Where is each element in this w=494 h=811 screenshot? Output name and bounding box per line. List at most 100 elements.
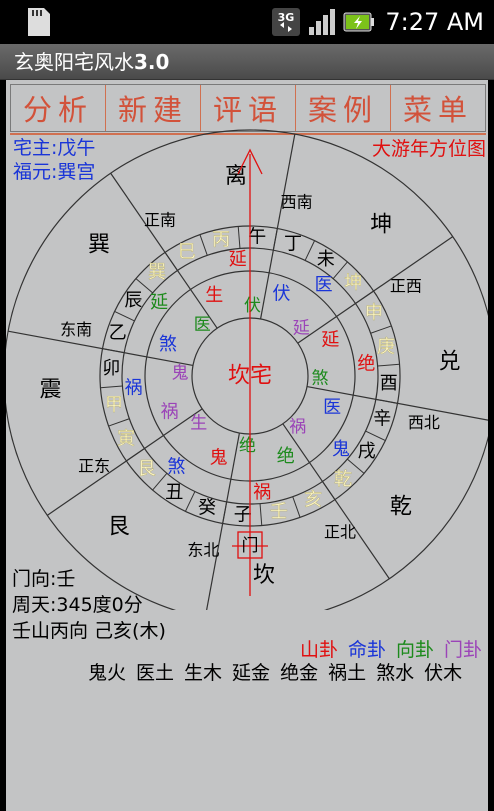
trigram-label: 艮 <box>108 514 130 539</box>
mountain-divider <box>114 310 135 322</box>
mountain-label: 乙 <box>109 323 127 344</box>
mountain-label: 寅 <box>117 429 135 450</box>
mountain-label: 酉 <box>380 373 398 394</box>
direction-label: 正东 <box>78 457 110 476</box>
mountain-label: 辛 <box>373 408 391 429</box>
star-inner: 鬼 <box>172 364 189 384</box>
mountain-label: 申 <box>365 302 383 323</box>
star-inner: 医 <box>194 315 211 335</box>
star-outer: 延 <box>150 292 168 313</box>
star-outer: 祸 <box>253 482 271 503</box>
star-inner: 煞 <box>311 368 328 388</box>
star-middle: 医 <box>323 397 341 418</box>
door-facing: 门向:壬 <box>12 568 76 590</box>
mountain-label: 庚 <box>377 337 395 358</box>
door-label: 门 <box>242 536 259 556</box>
mountain-label: 子 <box>234 504 252 525</box>
star-middle: 鬼 <box>209 448 227 469</box>
mountain-label: 卯 <box>102 358 120 379</box>
mountain-label: 壬 <box>270 501 288 522</box>
zhou-tian: 周天:345度0分 <box>12 594 143 616</box>
mountain-divider <box>377 363 400 367</box>
mountain-divider <box>102 348 125 354</box>
direction-label: 东北 <box>187 540 219 559</box>
direction-label: 西北 <box>408 413 440 432</box>
gua-result: 鬼火 <box>88 662 127 684</box>
trigram-label: 兑 <box>439 350 461 375</box>
star-inner: 延 <box>293 318 310 338</box>
star-outer: 祸 <box>125 378 143 399</box>
mountain-label: 辰 <box>124 290 142 311</box>
gua-result: 生木 <box>184 662 223 684</box>
gua-result: 医土 <box>136 662 175 684</box>
mountain-label: 亥 <box>304 489 322 510</box>
mountain-label: 午 <box>248 227 266 248</box>
star-outer: 绝 <box>357 353 375 374</box>
app-title-bar: 玄奥阳宅风水3.0 <box>0 44 494 80</box>
trigram-label: 震 <box>39 377 61 402</box>
3g-icon: 3G <box>272 8 301 36</box>
mountain-label: 坤 <box>344 272 362 293</box>
star-outer: 鬼 <box>332 439 350 460</box>
star-outer: 延 <box>229 249 247 270</box>
direction-label: 正西 <box>390 277 422 296</box>
house-owner-label: 宅主:戊午 <box>13 137 96 159</box>
status-bar: 3G 7:27 AM <box>0 0 494 44</box>
gua-result: 煞水 <box>376 662 415 684</box>
mountain-label: 丙 <box>212 230 230 251</box>
trigram-label: 巽 <box>88 232 110 257</box>
star-middle: 祸 <box>161 401 179 422</box>
trigram-label: 坤 <box>370 213 392 238</box>
mountain-label: 未 <box>317 249 335 270</box>
signal-icon <box>309 9 336 35</box>
mountain-label: 癸 <box>198 498 216 519</box>
star-inner: 祸 <box>289 417 306 437</box>
mountain-label: 巽 <box>148 262 166 283</box>
owner-info: 宅主:戊午 福元:巽宫 <box>13 136 95 184</box>
sd-card-icon <box>28 8 50 36</box>
house-details: 门向:壬 周天:345度0分 壬山丙向 己亥(木) <box>12 566 166 644</box>
svg-text:3G: 3G <box>278 11 295 24</box>
mountain-label: 丁 <box>284 233 302 254</box>
direction-label: 西南 <box>281 193 313 212</box>
mountain-divider <box>370 325 392 334</box>
mountain-divider <box>292 496 301 518</box>
mountain-divider <box>100 385 123 389</box>
star-outer: 煞 <box>167 456 185 477</box>
trigram-label: 乾 <box>390 495 412 520</box>
gua-result: 伏木 <box>424 662 463 684</box>
star-middle: 绝 <box>277 446 295 467</box>
mountain-divider <box>272 228 278 251</box>
direction-label: 正南 <box>144 211 176 230</box>
star-inner: 绝 <box>239 436 256 456</box>
app-version: 3.0 <box>134 50 170 74</box>
mountain-divider <box>222 501 228 524</box>
mountain-divider <box>304 240 316 261</box>
star-inner: 伏 <box>244 296 261 316</box>
star-middle: 生 <box>205 285 223 306</box>
trigram-label: 离 <box>225 164 247 189</box>
main-panel: 分析 新建 评语 案例 菜单 离坤兑乾坎艮震巽正南 西南 正西 西北 正北 东北 正东 东南丙… <box>6 80 488 811</box>
mountain-label: 乾 <box>334 469 352 490</box>
mountain-label: 戌 <box>358 441 376 462</box>
gua-results: 鬼火 医土 生木 延金 绝金 祸土 煞水 伏木 <box>88 658 462 685</box>
mountain-divider <box>237 226 241 249</box>
mountain-divider <box>259 503 263 526</box>
mountain-divider <box>365 430 386 442</box>
mountain-divider <box>108 418 130 427</box>
mountain-label: 丑 <box>165 482 183 503</box>
status-time: 7:27 AM <box>385 8 484 36</box>
mountain-label: 艮 <box>138 459 156 480</box>
mountain-facing: 壬山丙向 己亥(木) <box>12 620 166 642</box>
star-inner: 生 <box>190 414 207 434</box>
mountain-divider <box>164 252 178 271</box>
star-middle: 延 <box>321 330 339 351</box>
fu-yuan-label: 福元:巽宫 <box>13 161 96 183</box>
mountain-divider <box>199 234 208 256</box>
mountain-label: 巳 <box>178 242 196 263</box>
app-title: 玄奥阳宅风水 <box>14 50 134 74</box>
mountain-divider <box>184 491 196 512</box>
gua-result: 祸土 <box>328 662 367 684</box>
battery-icon <box>343 12 375 32</box>
trigram-label: 坎 <box>253 563 275 588</box>
